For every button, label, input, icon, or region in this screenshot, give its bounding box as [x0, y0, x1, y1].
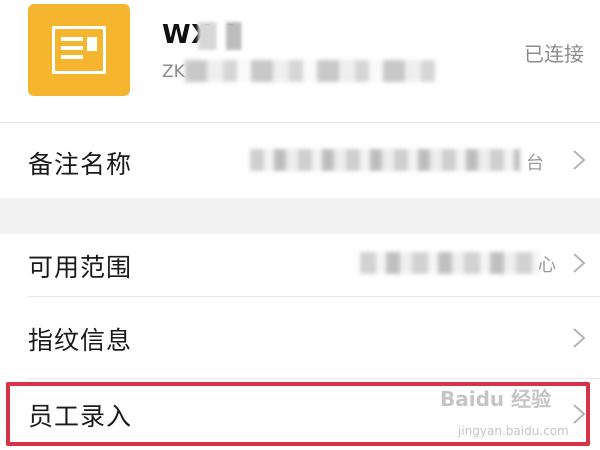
device-header: WX 0 ZK 已连接 [0, 0, 600, 122]
device-card-icon [28, 4, 130, 96]
watermark-url: jingyan.baidu.com [458, 424, 569, 438]
redacted-value-blur [250, 149, 520, 171]
row-value: 台 [526, 153, 544, 174]
redacted-value-blur [360, 252, 540, 274]
section-gap [0, 198, 600, 234]
row-label: 备注名称 [28, 150, 133, 179]
chevron-right-icon [573, 253, 586, 273]
row-fingerprint-info[interactable]: 指纹信息 [0, 297, 600, 377]
row-label: 指纹信息 [28, 326, 133, 355]
chevron-right-icon [573, 328, 586, 348]
chevron-right-icon [573, 150, 586, 170]
row-value: 心 [538, 255, 556, 276]
device-subtitle: ZK [162, 62, 185, 82]
row-label: 可用范围 [28, 253, 133, 282]
connection-status: 已连接 [524, 42, 584, 66]
row-remark-name[interactable]: 备注名称 台 [0, 123, 600, 198]
row-available-range[interactable]: 可用范围 心 [0, 234, 600, 296]
baidu-watermark: Baidu 经验 [440, 387, 552, 411]
redacted-name-blur [198, 22, 260, 50]
redacted-subtitle-blur [185, 60, 435, 82]
